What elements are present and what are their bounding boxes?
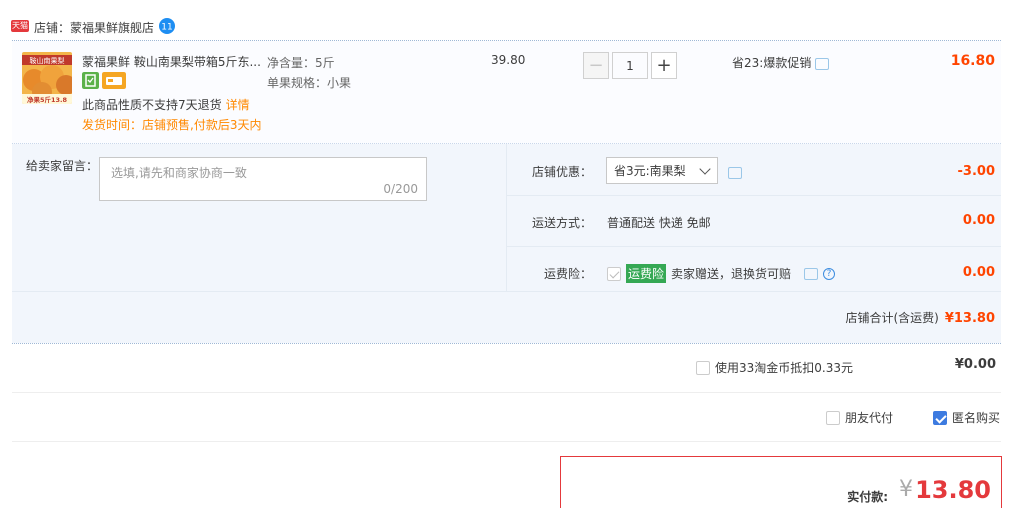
coin-label: 使用33淘金币抵扣0.33元 <box>715 361 853 375</box>
payment-summary: 实付款: ¥ 13.80 <box>560 456 1002 508</box>
divider <box>12 441 1001 442</box>
divider <box>12 343 1001 344</box>
divider <box>12 392 1001 393</box>
anonymous-option[interactable]: 匿名购买 <box>933 409 1000 426</box>
delivery-label: 运送方式： <box>532 216 593 230</box>
message-label: 给卖家留言： <box>26 159 99 173</box>
coin-checkbox[interactable] <box>696 360 710 375</box>
service-icons <box>82 72 126 89</box>
friend-pay-option[interactable]: 朋友代付 <box>826 409 893 426</box>
shop-discount-select[interactable]: 省3元:南果梨 <box>606 157 718 184</box>
insurance-comment-icon[interactable] <box>804 267 819 280</box>
tmall-badge: 天猫 <box>11 20 29 32</box>
thumb-text: 鞍山南果梨 <box>30 56 65 65</box>
item-subtotal: 16.80 <box>950 53 995 69</box>
insurance-value: 0.00 <box>962 265 995 280</box>
quantity-increase-button[interactable]: + <box>651 52 677 79</box>
wangwang-chat-icon[interactable]: 11 <box>158 17 176 35</box>
delivery-method: 普通配送 快递 免邮 <box>607 216 711 230</box>
chevron-down-icon <box>699 163 711 175</box>
ship-time: 发货时间：店铺预售,付款后3天内 <box>82 118 262 132</box>
discount-comment-icon[interactable] <box>728 166 742 179</box>
shop-total-value: ¥13.80 <box>944 311 995 326</box>
coin-value: ¥0.00 <box>954 357 996 372</box>
help-icon[interactable]: ? <box>823 267 836 280</box>
row-divider <box>12 291 1001 292</box>
insurance-text: 卖家赠送，退换货可赔 <box>671 267 792 281</box>
promo-info: 省23:爆款促销 <box>732 54 830 71</box>
quantity-input[interactable]: 1 <box>612 52 648 79</box>
row-divider <box>507 195 1001 196</box>
detail-link[interactable]: 详情 <box>226 98 250 112</box>
guarantee-icon <box>82 72 99 89</box>
svg-text:11: 11 <box>161 23 172 33</box>
shop-total-label: 店铺合计(含运费) <box>845 311 939 325</box>
insurance-checkbox <box>607 266 621 281</box>
sku-weight: 净含量：5斤 <box>267 56 335 70</box>
no-return-text: 此商品性质不支持7天退货 <box>82 98 222 112</box>
insurance-tag: 运费险 <box>626 264 667 283</box>
friend-pay-checkbox[interactable] <box>826 410 840 425</box>
row-divider <box>507 246 1001 247</box>
thumb-caption: 净果5斤13.8 <box>27 95 68 104</box>
pay-amount: 13.80 <box>915 476 991 504</box>
pay-currency: ¥ <box>899 477 913 502</box>
message-char-count: 0/200 <box>383 182 418 196</box>
discount-value: -3.00 <box>957 164 995 179</box>
shop-total: 店铺合计(含运费) ¥13.80 <box>845 309 995 326</box>
product-thumbnail[interactable]: 鞍山南果梨 净果5斤13.8 <box>22 52 72 104</box>
credit-card-icon <box>102 72 126 89</box>
discount-selected-value: 省3元:南果梨 <box>614 164 686 178</box>
promo-comment-icon[interactable] <box>815 57 830 70</box>
anonymous-label: 匿名购买 <box>952 411 1001 425</box>
delivery-fee: 0.00 <box>962 213 995 228</box>
shop-name-link[interactable]: 店铺：蒙福果鲜旗舰店 <box>34 19 154 36</box>
discount-label: 店铺优惠： <box>532 165 593 179</box>
quantity-decrease-button[interactable]: − <box>583 52 609 79</box>
friend-pay-label: 朋友代付 <box>845 411 894 425</box>
coin-option[interactable]: 使用33淘金币抵扣0.33元 <box>696 359 853 376</box>
insurance-row: 运费险 卖家赠送，退换货可赔 ? <box>607 264 836 283</box>
insurance-label: 运费险： <box>544 267 593 281</box>
unit-price: 39.80 <box>491 53 526 67</box>
column-divider <box>506 144 507 292</box>
anonymous-checkbox[interactable] <box>933 410 947 425</box>
promo-text: 省23:爆款促销 <box>732 56 812 70</box>
sku-spec: 单果规格：小果 <box>267 76 352 90</box>
product-title-link[interactable]: 蒙福果鲜 鞍山南果梨带箱5斤东... <box>82 53 260 70</box>
seller-message-textarea[interactable]: 选填,请先和商家协商一致 0/200 <box>99 157 427 201</box>
pay-label: 实付款: <box>847 490 888 504</box>
quantity-stepper: − 1 + <box>583 52 677 79</box>
message-placeholder: 选填,请先和商家协商一致 <box>111 166 247 180</box>
no-return-notice: 此商品性质不支持7天退货 详情 <box>82 96 250 113</box>
